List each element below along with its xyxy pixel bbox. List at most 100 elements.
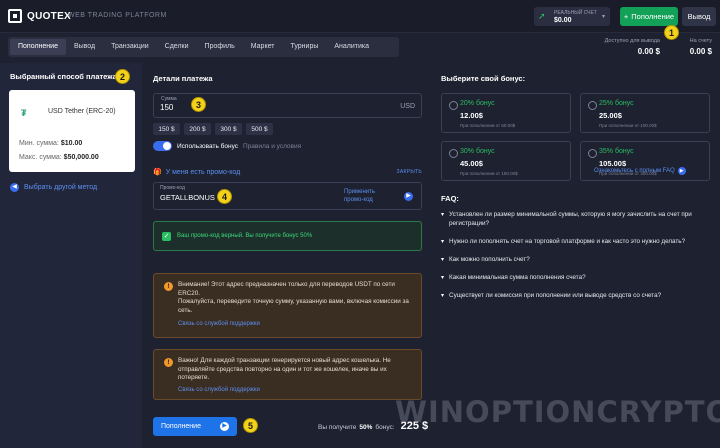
available-value: 0.00 $ (637, 47, 660, 56)
chevron-down-icon: ▾ (441, 212, 445, 218)
bonus-percent: 20% бонус (460, 100, 495, 107)
amount-currency: USD (400, 103, 415, 110)
promo-close-button[interactable]: ЗАКРЫТЬ (397, 169, 422, 175)
tab-tournaments[interactable]: Турниры (282, 39, 326, 55)
faq-item[interactable]: ▾ Как можно пополнить счет? (441, 256, 711, 265)
support-link[interactable]: Связь со службой поддержки (178, 321, 260, 327)
faq-item[interactable]: ▾ Нужно ли пополнять счет на торговой пл… (441, 238, 711, 247)
bonus-amount: 12.00$ (460, 111, 483, 120)
faq-question: Существует ли комиссия при пополнении ил… (449, 292, 662, 299)
support-link[interactable]: Связь со службой поддержки (178, 387, 260, 393)
faq-item[interactable]: ▾ Установлен ли размер минимальной суммы… (441, 211, 711, 228)
use-bonus-label: Использовать бонус (177, 142, 238, 150)
account-balance-summary: На счету 0.00 $ (666, 38, 712, 56)
faq-item[interactable]: ▾ Какая минимальная сумма пополнения сче… (441, 274, 711, 283)
tether-icon: ₮ (21, 108, 27, 118)
max-amount-label: Макс. сумма: (19, 154, 62, 161)
tab-withdraw[interactable]: Вывод (66, 39, 103, 55)
tab-profile[interactable]: Профиль (197, 39, 243, 55)
radio-icon[interactable] (588, 149, 597, 158)
payment-details-title: Детали платежа (153, 74, 213, 83)
annotation-marker: 5 (243, 418, 258, 433)
payment-method-title: Выбранный способ платежа (10, 72, 117, 81)
top-bar: QUOTEX WEB TRADING PLATFORM ➚ РЕАЛЬНЫЙ С… (0, 0, 720, 33)
arrow-right-icon[interactable]: ▶ (404, 192, 413, 201)
max-amount-value: $50,000.00 (63, 154, 99, 161)
full-faq-link[interactable]: Ознакомьтесь с полным FAQ ▶ (594, 167, 686, 175)
faq-question: Как можно пополнить счет? (449, 256, 530, 263)
promo-success-text: Ваш промо-код верный. Вы получите бонус … (177, 233, 313, 239)
tab-analytics[interactable]: Аналитика (326, 39, 377, 55)
promo-code-input[interactable] (160, 193, 310, 202)
payment-method-card[interactable]: ₮ USD Tether (ERC-20) Мин. сумма: $10.00… (9, 90, 135, 172)
annotation-marker: 1 (664, 25, 679, 40)
amount-label: Сумма (161, 96, 177, 102)
main-tabs: Пополнение Вывод Транзакции Сделки Профи… (8, 37, 399, 57)
brand-name: QUOTEX (27, 10, 72, 22)
faq-question: Установлен ли размер минимальной суммы, … (449, 211, 692, 227)
bonus-option[interactable]: 30% бонус 45.00$ При пополнении от 150.0… (441, 141, 571, 181)
use-bonus-row: Использовать бонус Правила и условия (153, 141, 301, 151)
faq-item[interactable]: ▾ Существует ли комиссия при пополнении … (441, 292, 711, 301)
tab-transactions[interactable]: Транзакции (103, 39, 157, 55)
plus-icon: + (623, 12, 629, 21)
header-withdraw-button[interactable]: Вывод (682, 7, 716, 26)
watermark: WINOPTIONCRYPTO.COM (395, 395, 720, 429)
radio-icon[interactable] (449, 149, 458, 158)
account-type-label: РЕАЛЬНЫЙ СЧЕТ (554, 9, 597, 16)
chevron-down-icon: ▾ (441, 257, 445, 263)
faq-question: Какая минимальная сумма пополнения счета… (449, 274, 586, 281)
bonus-percent: 35% бонус (599, 148, 634, 155)
promo-success-message: ✓ Ваш промо-код верный. Вы получите бону… (153, 221, 422, 251)
submit-deposit-button[interactable]: Пополнение ▶ (153, 417, 237, 436)
min-amount-label: Мин. сумма: (19, 140, 59, 147)
bonus-option[interactable]: 20% бонус 12.00$ При пополнении от 60.00… (441, 93, 571, 133)
bonus-percent: 30% бонус (460, 148, 495, 155)
account-balance: $0.00 (554, 16, 572, 24)
faq-question: Нужно ли пополнять счет на торговой плат… (449, 238, 686, 245)
submit-deposit-label: Пополнение (161, 423, 201, 430)
quick-amount-button[interactable]: 300 $ (215, 123, 242, 135)
quick-amount-button[interactable]: 150 $ (153, 123, 180, 135)
chevron-down-icon: ▾ (441, 239, 445, 245)
quick-amount-button[interactable]: 200 $ (184, 123, 211, 135)
platform-label: WEB TRADING PLATFORM (68, 12, 167, 19)
bonus-amount: 25.00$ (599, 111, 622, 120)
warning-icon: ! (164, 358, 173, 367)
bonus-amount: 45.00$ (460, 159, 483, 168)
tab-deposit[interactable]: Пополнение (10, 39, 66, 55)
bonus-percent: 25% бонус (599, 100, 634, 107)
min-amount-value: $10.00 (60, 140, 83, 147)
use-bonus-toggle[interactable] (153, 141, 172, 151)
annotation-marker: 4 (217, 189, 232, 204)
chevron-down-icon: ▾ (441, 275, 445, 281)
logo[interactable]: QUOTEX (8, 9, 71, 23)
apply-promo-link[interactable]: Применить промо-код (344, 188, 394, 204)
annotation-marker: 3 (191, 97, 206, 112)
header-deposit-button[interactable]: + Пополнение (620, 7, 678, 26)
radio-icon[interactable] (449, 101, 458, 110)
address-warning: ! Важно! Для каждой транзакции генерируе… (153, 349, 422, 400)
promo-toggle[interactable]: 🎁 У меня есть промо-код (153, 168, 241, 177)
tab-market[interactable]: Маркет (243, 39, 283, 55)
promo-title-label: У меня есть промо-код (165, 168, 241, 176)
arrow-right-icon: ▶ (220, 422, 229, 431)
tab-trades[interactable]: Сделки (157, 39, 197, 55)
address-warning-text: Важно! Для каждой транзакции генерируетс… (178, 357, 391, 381)
quick-amount-button[interactable]: 500 $ (246, 123, 273, 135)
bonus-option[interactable]: 35% бонус 105.00$ При пополнении от 300.… (580, 141, 710, 181)
radio-icon[interactable] (588, 101, 597, 110)
choose-other-method-label: Выбрать другой метод (24, 184, 98, 191)
check-icon: ✓ (162, 231, 171, 241)
max-amount-row: Макс. сумма: $50,000.00 (19, 154, 99, 161)
bonus-option[interactable]: 25% бонус 25.00$ При пополнении от 100.0… (580, 93, 710, 133)
receive-suffix: бонус: (375, 424, 395, 431)
promo-code-field[interactable]: Промо-код Применить промо-код ▶ (153, 182, 422, 210)
amount-input[interactable] (160, 103, 360, 112)
receive-prefix: Вы получите (318, 424, 357, 431)
choose-other-method-link[interactable]: ◀ Выбрать другой метод (10, 183, 97, 192)
terms-link[interactable]: Правила и условия (243, 143, 301, 150)
account-selector[interactable]: ➚ РЕАЛЬНЫЙ СЧЕТ $0.00 ▾ (534, 7, 610, 26)
promo-code-label: Промо-код (160, 185, 185, 191)
warning-icon: ! (164, 282, 173, 291)
